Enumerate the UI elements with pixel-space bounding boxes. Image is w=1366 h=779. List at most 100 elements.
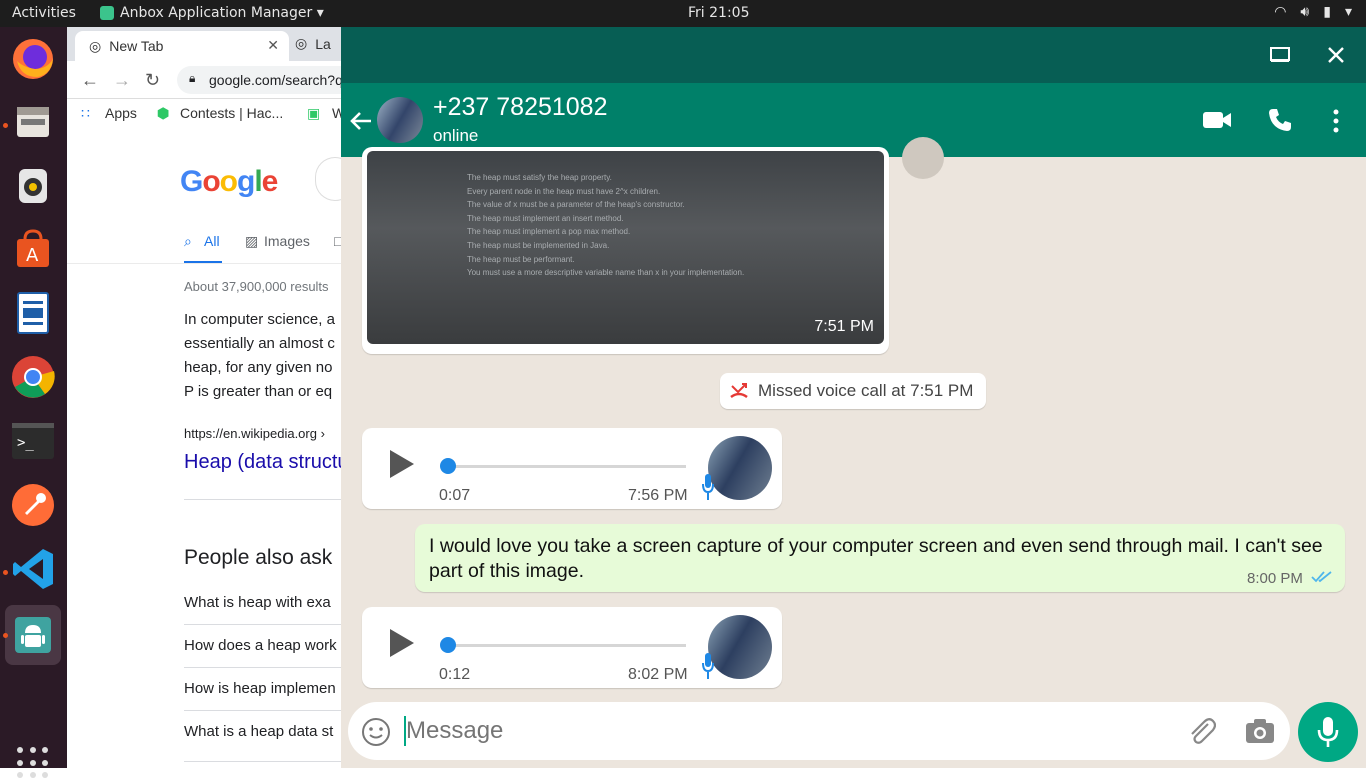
message-text: I would love you take a screen capture o… (429, 535, 1323, 582)
lock-icon: 🔒︎ (189, 71, 196, 85)
android-icon[interactable] (5, 605, 61, 665)
image-icon: ▨ (245, 233, 259, 249)
paa-question[interactable]: How is heap implemen (184, 680, 336, 697)
close-icon[interactable] (1327, 46, 1345, 64)
snippet-line: heap, for any given no (184, 359, 333, 376)
play-icon[interactable] (390, 629, 414, 657)
tab-images[interactable]: Images (264, 233, 310, 249)
rhythmbox-icon[interactable] (9, 161, 57, 209)
play-icon[interactable] (390, 450, 414, 478)
message-time: 7:51 PM (814, 318, 874, 335)
terminal-icon[interactable]: >_ (9, 417, 57, 465)
show-applications-icon[interactable] (17, 747, 49, 779)
avatar[interactable] (377, 97, 423, 143)
running-indicator (3, 570, 8, 575)
search-input[interactable] (315, 157, 341, 201)
audio-progress-track[interactable] (446, 644, 686, 647)
divider (184, 499, 341, 500)
paa-question[interactable]: How does a heap work (184, 637, 337, 654)
svg-text:>_: >_ (17, 435, 34, 451)
minimize-window-icon[interactable] (1270, 46, 1290, 64)
message-image[interactable]: The heap must satisfy the heap property.… (367, 151, 884, 344)
url-text: google.com/search?q (209, 72, 341, 88)
tab-all[interactable]: All (204, 233, 220, 249)
chrome-icon[interactable] (9, 353, 57, 401)
missed-call-text: Missed voice call at 7:51 PM (758, 381, 974, 400)
contact-status: online (433, 126, 479, 145)
back-icon[interactable]: ← (81, 70, 99, 91)
running-indicator (3, 633, 8, 638)
app-menu[interactable]: Anbox Application Manager ▾ (100, 5, 324, 21)
voice-call-icon[interactable] (1267, 107, 1293, 133)
activities-button[interactable]: Activities (12, 5, 76, 21)
apps-grid-icon: ∷ (81, 105, 90, 121)
clock[interactable]: Fri 21:05 (688, 5, 749, 21)
writer-icon[interactable] (9, 289, 57, 337)
tab-new-tab[interactable]: ◎ New Tab ✕ (75, 31, 289, 61)
message-time: 8:00 PM (1247, 570, 1303, 587)
bookmark-contests[interactable]: Contests | Hac... (180, 105, 283, 121)
files-icon[interactable] (9, 97, 57, 145)
tab-second[interactable]: ◎ La (295, 35, 331, 52)
bookmark-apps[interactable]: Apps (105, 105, 137, 121)
sender-avatar (708, 436, 772, 500)
chevron-down-icon: ▾ (1344, 4, 1352, 20)
more-tab-icon: □ (334, 233, 341, 249)
snippet-line: In computer science, a (184, 311, 335, 328)
audio-duration: 0:12 (439, 666, 471, 683)
message-time: 7:56 PM (628, 487, 688, 504)
forward-icon[interactable]: → (113, 70, 131, 91)
bookmark-w[interactable]: W (332, 105, 341, 121)
video-call-icon[interactable] (1202, 109, 1232, 131)
audio-duration: 0:07 (439, 487, 471, 504)
bookmark-icon: ▣ (307, 105, 321, 121)
outgoing-text-message[interactable]: I would love you take a screen capture o… (415, 524, 1345, 592)
camera-icon[interactable] (1245, 718, 1275, 744)
reload-icon[interactable]: ↻ (145, 70, 160, 91)
firefox-icon[interactable] (9, 35, 57, 83)
google-logo[interactable]: Google (180, 165, 278, 199)
forward-icon[interactable] (902, 137, 944, 179)
mic-icon (1317, 717, 1339, 747)
anbox-icon (100, 6, 114, 20)
software-icon[interactable]: A (9, 225, 57, 273)
message-time: 8:02 PM (628, 666, 688, 683)
audio-seek-handle[interactable] (440, 458, 456, 474)
read-receipt-icon (1311, 571, 1332, 583)
message-composer (348, 702, 1290, 760)
system-tray[interactable]: ◠ 🔊︎ ▮ ▾ (1274, 4, 1352, 20)
paa-question[interactable]: What is a heap data st (184, 723, 333, 740)
address-bar[interactable]: 🔒︎ google.com/search?q (177, 66, 341, 94)
emoji-icon[interactable] (361, 717, 391, 747)
whatsapp-window: +237 78251082 online The heap must satis… (341, 27, 1366, 768)
message-input[interactable] (406, 714, 1166, 748)
result-url[interactable]: https://en.wikipedia.org › (184, 426, 325, 441)
app-menu-label: Anbox Application Manager ▾ (120, 5, 324, 21)
contact-name[interactable]: +237 78251082 (433, 93, 608, 122)
image-message[interactable]: The heap must satisfy the heap property.… (362, 147, 889, 354)
snippet-line: essentially an almost c (184, 335, 335, 352)
voice-message[interactable]: 0:12 8:02 PM (362, 607, 782, 688)
back-arrow-icon[interactable] (349, 110, 373, 132)
image-text: The heap must satisfy the heap property.… (467, 173, 745, 278)
postman-icon[interactable] (9, 481, 57, 529)
voice-message[interactable]: 0:07 7:56 PM (362, 428, 782, 509)
chrome-window: ◎ New Tab ✕ ◎ La ← → ↻ 🔒︎ google.com/sea… (67, 27, 341, 768)
missed-call-icon (730, 383, 748, 398)
more-options-icon[interactable] (1333, 109, 1339, 133)
search-icon: ⌕ (184, 233, 192, 249)
running-indicator (3, 123, 8, 128)
paa-question[interactable]: What is heap with exa (184, 594, 331, 611)
audio-progress-track[interactable] (446, 465, 686, 468)
close-icon[interactable]: ✕ (267, 37, 279, 54)
tab-title: New Tab (109, 38, 164, 54)
chat-header: +237 78251082 online (341, 83, 1366, 157)
vscode-icon[interactable] (9, 545, 57, 593)
divider (184, 624, 341, 625)
voice-record-button[interactable] (1298, 702, 1358, 762)
attach-icon[interactable] (1186, 716, 1216, 746)
missed-call-notice: Missed voice call at 7:51 PM (720, 373, 986, 409)
snippet-line: P is greater than or eq (184, 383, 333, 400)
audio-seek-handle[interactable] (440, 637, 456, 653)
result-title-link[interactable]: Heap (data structu (184, 451, 341, 474)
